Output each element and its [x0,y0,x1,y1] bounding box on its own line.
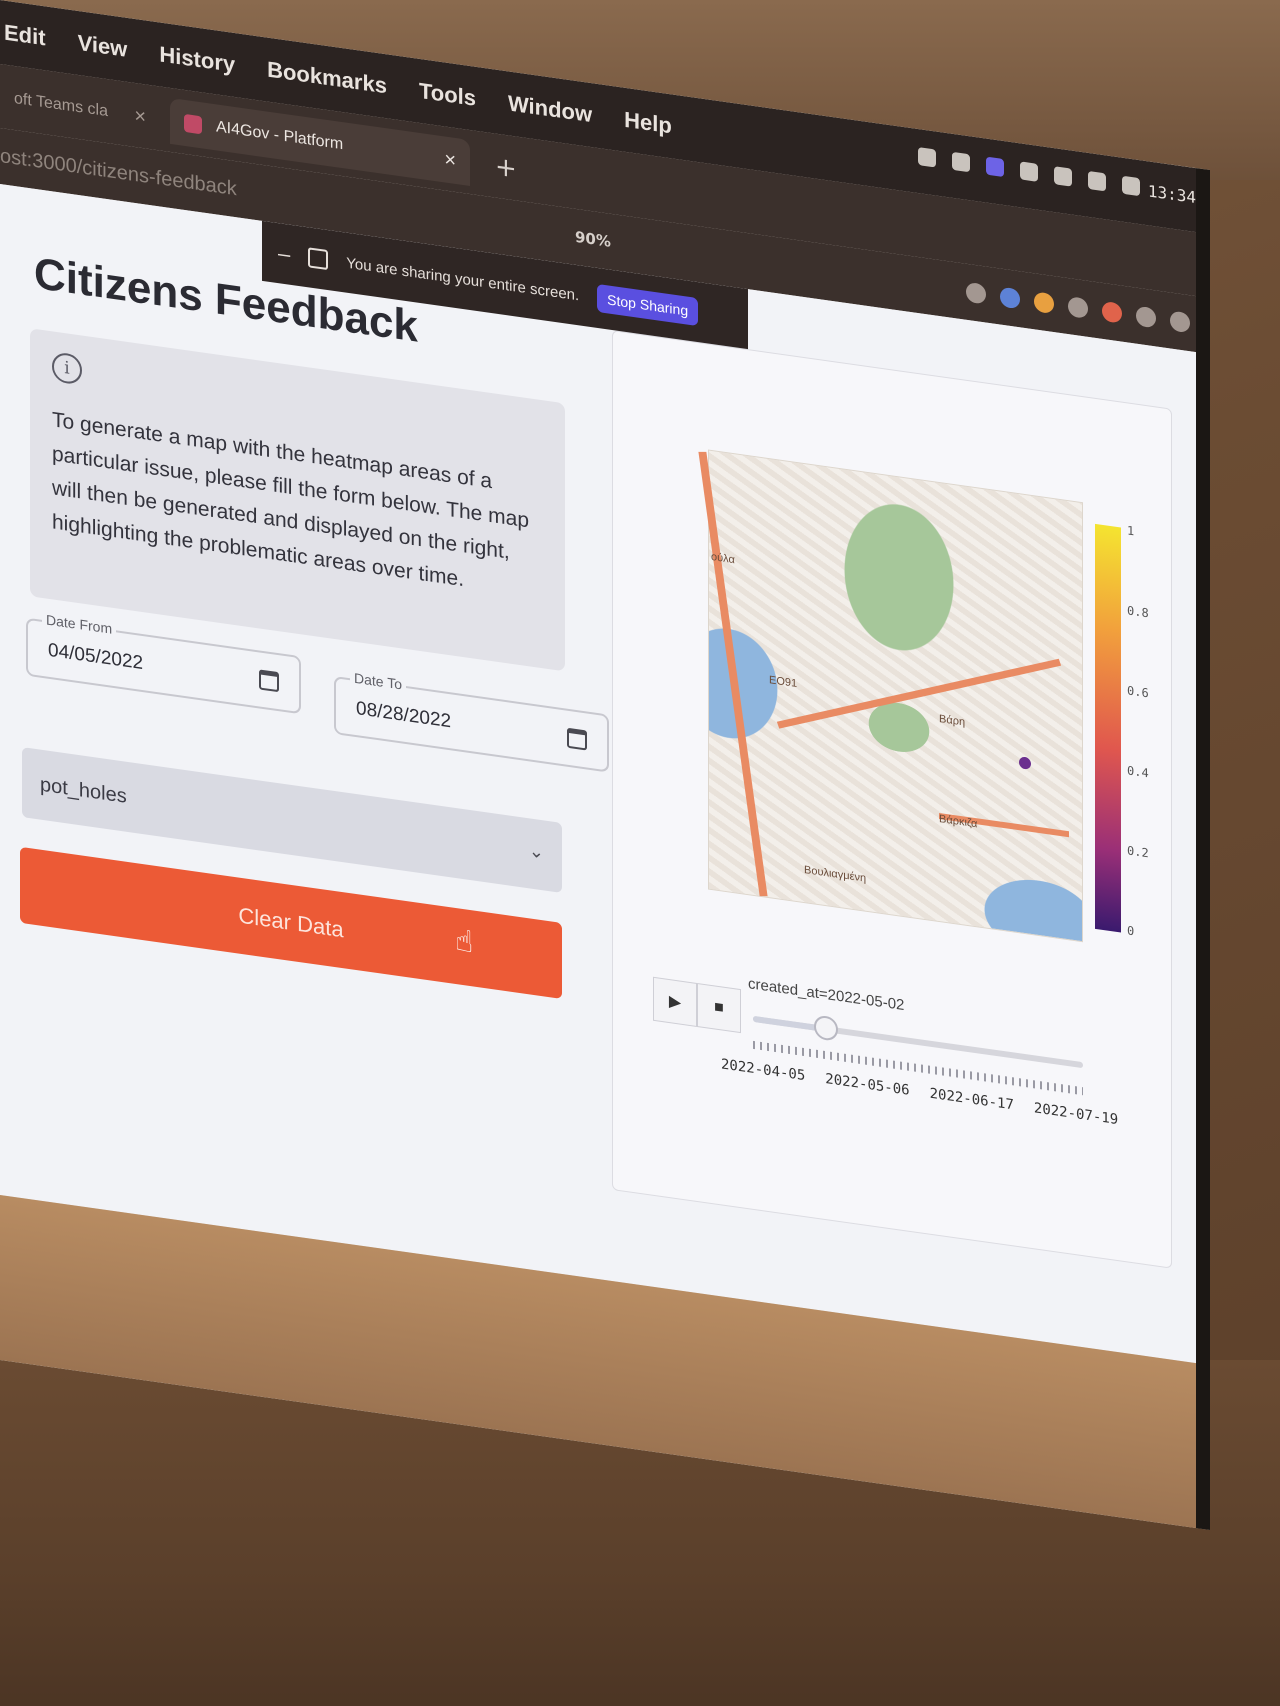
tray-icon[interactable] [1020,161,1038,182]
tick-label: 2022-06-17 [929,1085,1014,1114]
menu-bookmarks[interactable]: Bookmarks [267,57,387,100]
date-from-field[interactable]: Date From 04/05/2022 [26,610,301,715]
extension-icon[interactable] [1034,291,1054,315]
extension-icon[interactable] [1136,305,1156,329]
colorbar [1095,523,1121,933]
issue-select-value: pot_holes [40,773,127,808]
slider-thumb[interactable] [813,1014,838,1042]
battery-icon[interactable] [1088,170,1106,192]
heatmap-point[interactable] [1019,756,1031,770]
map-label: Βάρκιζα [939,812,978,831]
stop-sharing-button[interactable]: Stop Sharing [597,283,699,327]
menu-edit[interactable]: Edit [4,20,46,52]
extension-icon[interactable] [966,281,986,305]
extension-icon[interactable] [1000,286,1020,310]
colorbar-tick: 0.2 [1127,843,1149,861]
map-road [698,451,768,897]
calendar-icon[interactable] [567,727,587,751]
favicon-icon [184,113,202,135]
wifi-icon[interactable] [1122,175,1140,197]
tick-label: 2022-05-06 [825,1070,910,1099]
menu-tools[interactable]: Tools [419,78,476,112]
colorbar-tick: 0 [1127,923,1135,939]
clock: 13:34 [1147,181,1196,208]
mic-icon[interactable] [952,151,970,173]
new-tab-icon[interactable]: + [495,152,517,185]
close-icon[interactable]: × [134,104,146,129]
info-text: To generate a map with the heatmap areas… [52,408,530,592]
calendar-icon[interactable] [259,669,279,693]
tab-label: oft Teams cla [14,89,108,121]
extension-icon[interactable] [1068,296,1088,319]
map-panel: oύλα EO91 Βάρη Βάρκιζα Βουλιαγμένη 1 0.8… [612,330,1172,1269]
info-icon: i [52,351,82,386]
menu-history[interactable]: History [159,41,235,78]
tick-label: 2022-04-05 [721,1056,806,1085]
date-to-value[interactable]: 08/28/2022 [356,698,451,733]
slider-label: created_at=2022-05-02 [748,975,905,1015]
colorbar-tick: 1 [1127,523,1135,539]
screen-share-icon[interactable] [986,156,1004,178]
date-to-field[interactable]: Date To 08/28/2022 [334,669,609,773]
tab-label: AI4Gov - Platform [216,118,344,154]
map-label: Βάρη [939,712,966,729]
date-from-label: Date From [42,610,117,638]
play-icon[interactable]: ▶ [653,976,697,1027]
page-content: Citizens Feedback i To generate a map wi… [0,184,1210,1366]
tray-icon[interactable] [918,147,936,168]
colorbar-tick: 0.6 [1127,683,1149,701]
map-road [776,658,1062,729]
menu-window[interactable]: Window [508,90,592,128]
tray-icon[interactable] [1054,166,1072,187]
minimize-icon[interactable]: – [278,240,290,268]
heatmap-map[interactable]: oύλα EO91 Βάρη Βάρκιζα Βουλιαγμένη [698,449,1083,943]
menu-view[interactable]: View [78,30,128,63]
tick-label: 2022-07-19 [1033,1100,1119,1129]
date-to-label: Date To [350,669,406,694]
share-screen-icon [308,247,329,271]
share-message: You are sharing your entire screen. [346,254,580,304]
map-label: EO91 [769,674,798,691]
zoom-level[interactable]: 90% [575,228,611,251]
colorbar-tick: 0.8 [1127,603,1149,621]
projection-screen: Edit View History Bookmarks Tools Window… [0,0,1210,1531]
date-from-value[interactable]: 04/05/2022 [48,640,143,675]
extension-icon[interactable] [1102,300,1122,324]
colorbar-tick: 0.4 [1127,763,1149,781]
time-slider[interactable] [753,1014,1083,1069]
animation-controls: ▶ ■ [653,976,741,1034]
menu-help[interactable]: Help [624,107,672,140]
chevron-down-icon: ⌄ [528,840,544,863]
stop-icon[interactable]: ■ [697,982,741,1034]
map-label: Βουλιαγμένη [804,863,867,885]
hand-cursor-icon: ☝ [455,922,474,961]
close-icon[interactable]: × [444,148,456,173]
menu-icon[interactable] [1170,310,1190,334]
